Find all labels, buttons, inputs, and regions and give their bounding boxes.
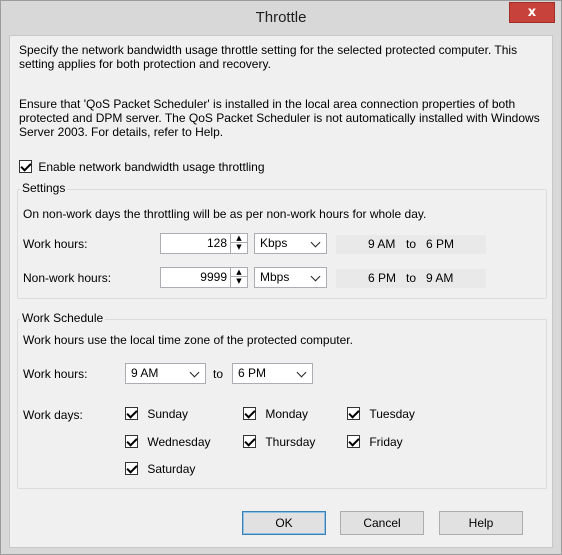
nonwork-hours-label: Non-work hours: [23, 271, 112, 285]
work-end-value: 6 PM [238, 366, 267, 380]
work-schedule-legend: Work Schedule [20, 311, 106, 325]
spin-up-icon[interactable]: ▲ [231, 234, 247, 243]
spin-up-icon[interactable]: ▲ [231, 268, 247, 277]
dialog-body: Specify the network bandwidth usage thro… [9, 35, 553, 548]
day-checkbox-sunday[interactable]: Sunday [125, 407, 188, 421]
check-icon[interactable] [125, 435, 138, 448]
day-checkbox-thursday[interactable]: Thursday [243, 435, 315, 449]
work-start-value: 9 AM [131, 366, 159, 380]
check-icon[interactable] [19, 160, 32, 173]
work-days-label: Work days: [23, 408, 83, 422]
enable-throttling-label: Enable network bandwidth usage throttlin… [38, 160, 265, 174]
dialog-title: Throttle [255, 9, 307, 26]
day-checkbox-saturday[interactable]: Saturday [125, 462, 195, 476]
day-label-wednesday: Wednesday [147, 435, 211, 449]
ok-button[interactable]: OK [242, 511, 326, 535]
day-checkbox-wednesday[interactable]: Wednesday [125, 435, 211, 449]
work-hours-unit-select[interactable]: Kbps [254, 233, 327, 254]
check-icon[interactable] [243, 435, 256, 448]
work-schedule-note: Work hours use the local time zone of th… [23, 333, 353, 347]
day-checkbox-tuesday[interactable]: Tuesday [347, 407, 415, 421]
work-hours-unit-value: Kbps [260, 236, 288, 250]
nonwork-hours-from: 6 PM [368, 271, 397, 285]
nonwork-hours-unit-select[interactable]: Mbps [254, 267, 327, 288]
work-start-select[interactable]: 9 AM [125, 363, 206, 384]
nonwork-hours-rate-value: 9999 [200, 270, 227, 284]
nonwork-hours-range: 6 PM to 9 AM [336, 269, 486, 288]
settings-legend: Settings [20, 181, 68, 195]
check-icon[interactable] [125, 462, 138, 475]
work-hours-to-word: to [406, 237, 417, 251]
intro-text-2: Ensure that 'QoS Packet Scheduler' is in… [19, 97, 540, 139]
nonwork-hours-to: 9 AM [426, 271, 454, 285]
spin-down-icon[interactable]: ▼ [231, 243, 247, 252]
throttle-dialog: Throttle x Specify the network bandwidth… [0, 0, 562, 555]
spin-down-icon[interactable]: ▼ [231, 277, 247, 286]
chevron-down-icon [189, 367, 200, 378]
check-icon[interactable] [347, 407, 360, 420]
settings-note: On non-work days the throttling will be … [23, 207, 427, 221]
work-hours-range: 9 AM to 6 PM [336, 235, 486, 254]
check-icon[interactable] [347, 435, 360, 448]
cancel-button[interactable]: Cancel [340, 511, 424, 535]
day-checkbox-monday[interactable]: Monday [243, 407, 308, 421]
work-hours-label: Work hours: [23, 237, 88, 251]
nonwork-hours-unit-value: Mbps [260, 270, 290, 284]
schedule-to-word: to [213, 367, 224, 381]
enable-throttling-checkbox[interactable]: Enable network bandwidth usage throttlin… [19, 160, 265, 174]
close-button[interactable]: x [509, 2, 555, 23]
day-label-tuesday: Tuesday [369, 407, 415, 421]
help-button[interactable]: Help [439, 511, 523, 535]
check-icon[interactable] [125, 407, 138, 420]
chevron-down-icon [310, 237, 321, 248]
day-label-monday: Monday [265, 407, 309, 421]
day-label-saturday: Saturday [147, 462, 196, 476]
day-label-friday: Friday [369, 435, 403, 449]
day-label-sunday: Sunday [147, 407, 189, 421]
work-hours-rate-stepper[interactable]: 128 ▲ ▼ [160, 233, 248, 254]
schedule-hours-label: Work hours: [23, 367, 88, 381]
work-hours-from: 9 AM [368, 237, 396, 251]
nonwork-hours-rate-stepper[interactable]: 9999 ▲ ▼ [160, 267, 248, 288]
intro-text-1: Specify the network bandwidth usage thro… [19, 43, 518, 71]
check-icon[interactable] [243, 407, 256, 420]
work-hours-rate-value: 128 [206, 236, 227, 250]
title-bar[interactable]: Throttle x [1, 1, 561, 35]
day-label-thursday: Thursday [265, 435, 316, 449]
day-checkbox-friday[interactable]: Friday [347, 435, 403, 449]
chevron-down-icon [296, 367, 307, 378]
work-hours-to: 6 PM [426, 237, 455, 251]
chevron-down-icon [310, 271, 321, 282]
nonwork-hours-to-word: to [406, 271, 417, 285]
work-end-select[interactable]: 6 PM [232, 363, 313, 384]
